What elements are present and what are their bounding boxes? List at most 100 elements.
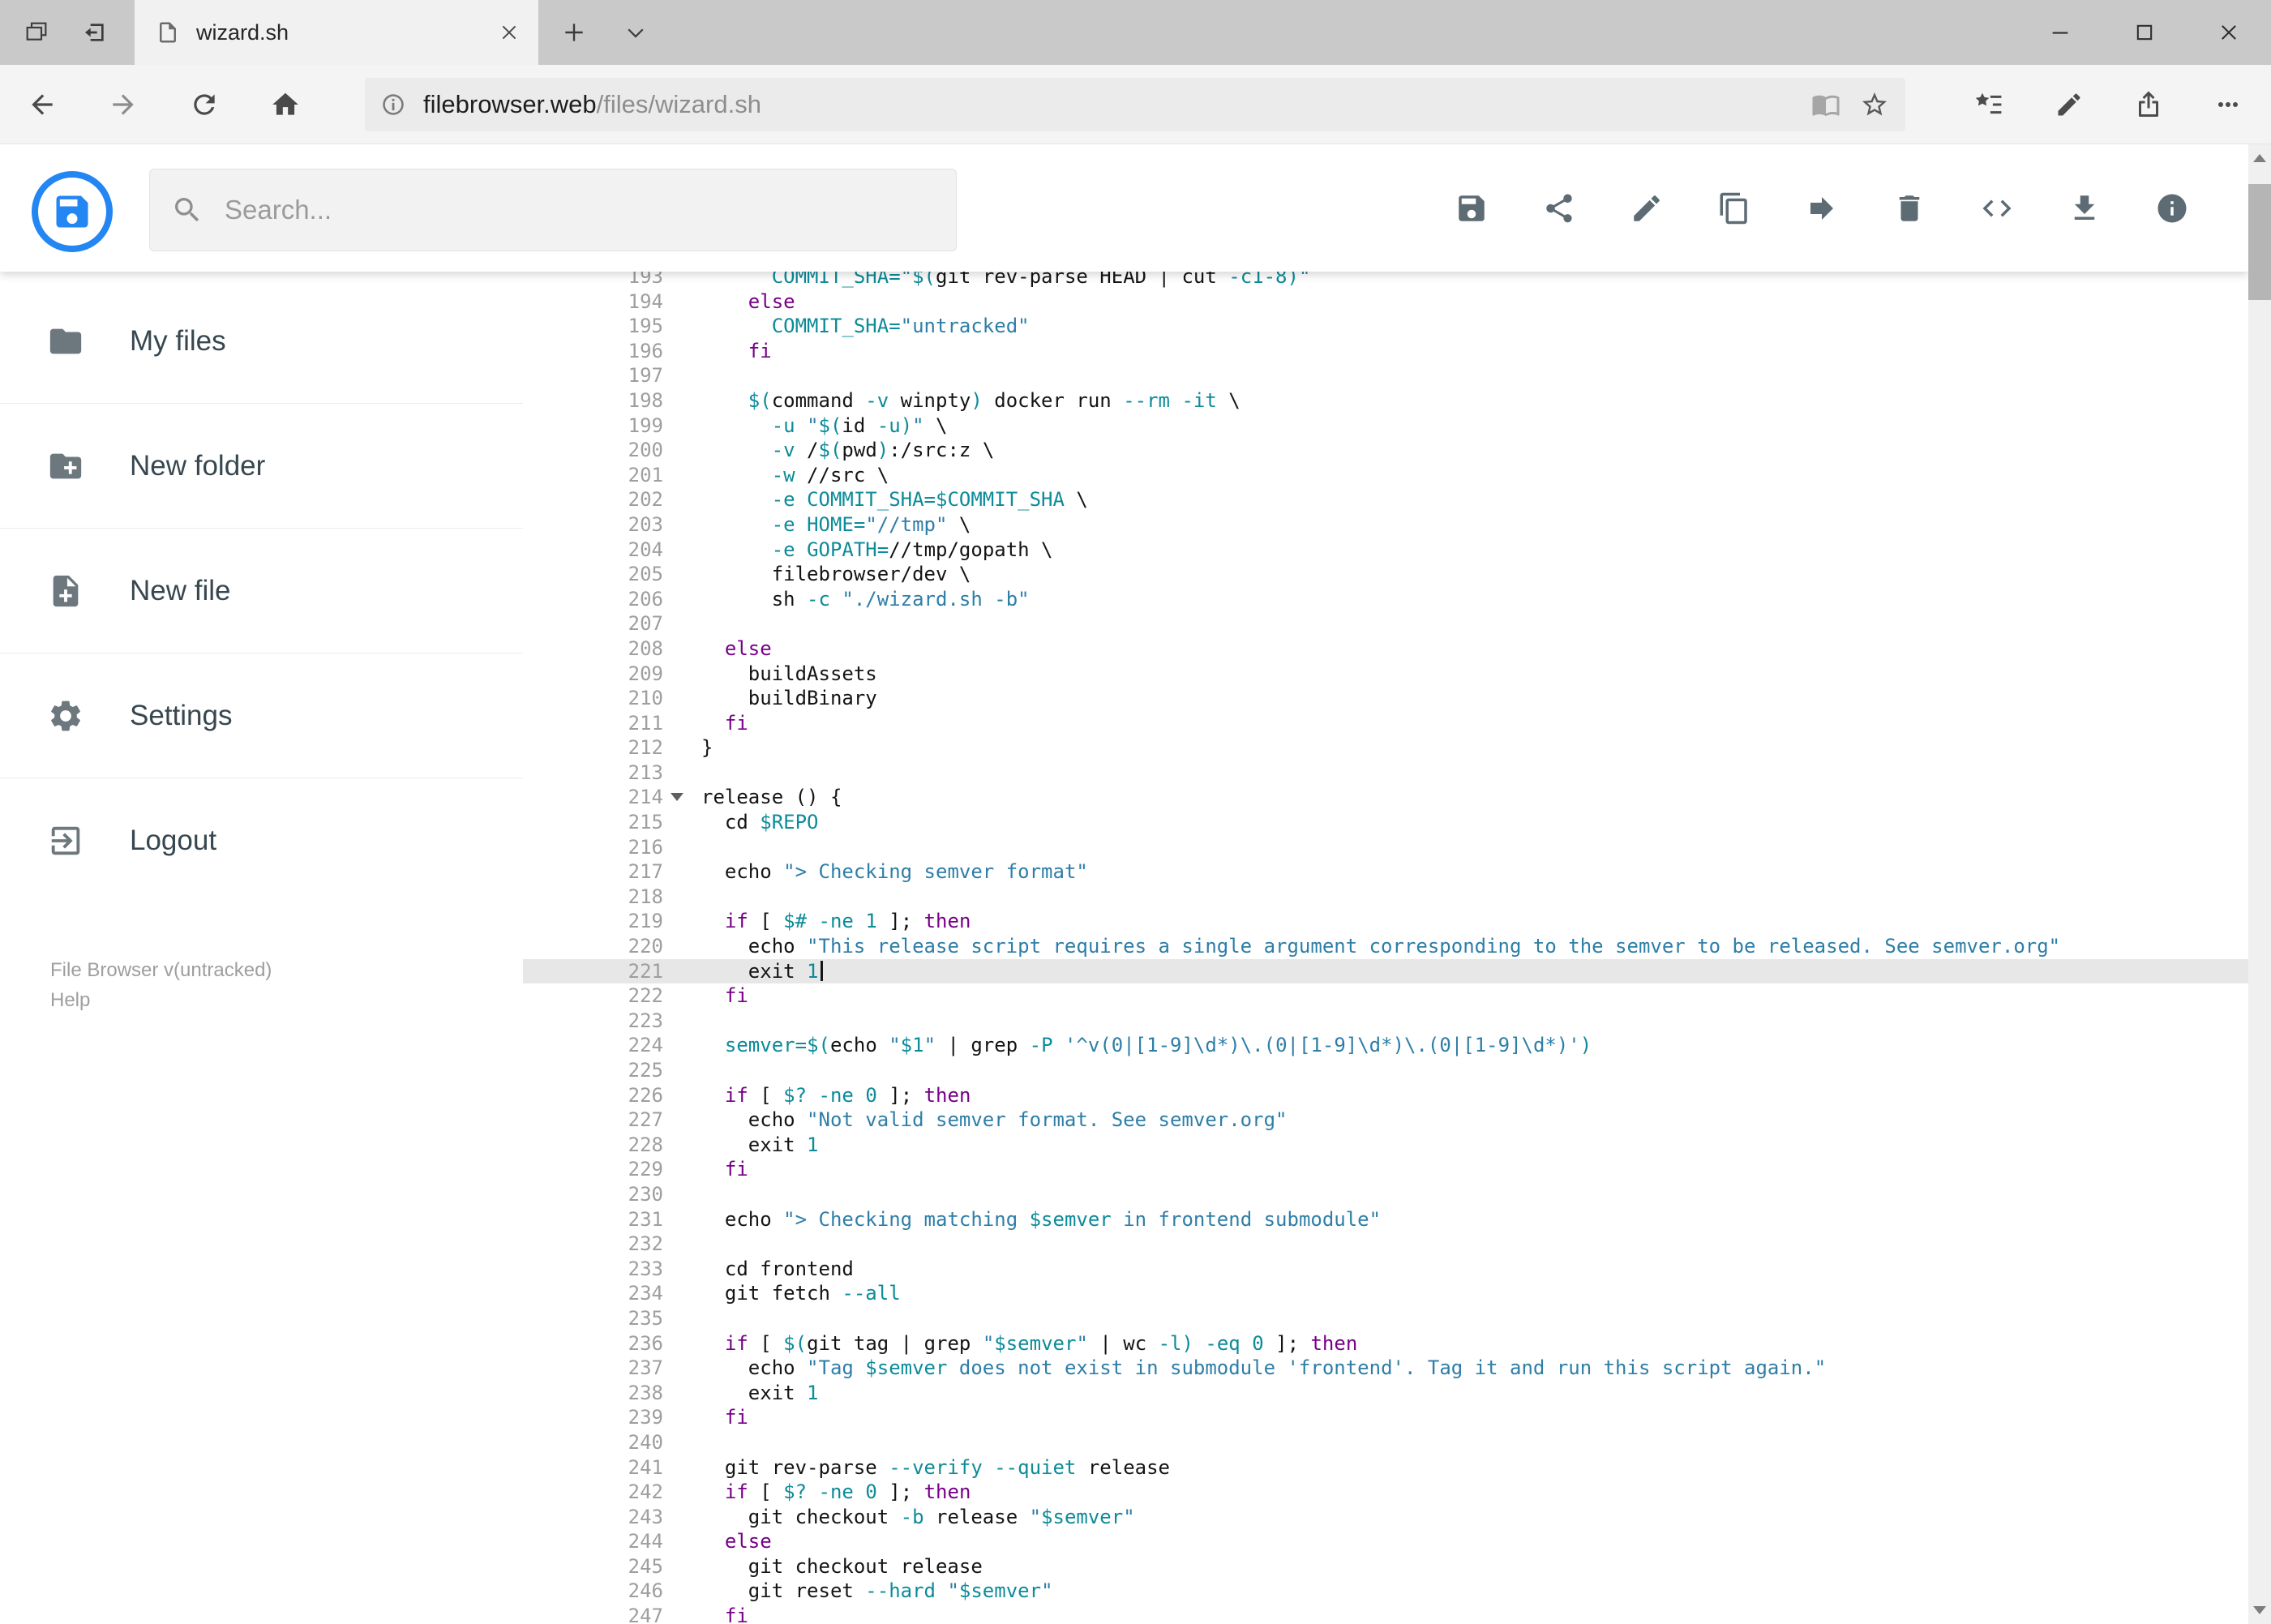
code-line-237[interactable]: 237 echo "Tag $semver does not exist in …	[523, 1356, 2248, 1381]
code-line-205[interactable]: 205 filebrowser/dev \	[523, 562, 2248, 587]
code-line-200[interactable]: 200 -v /$(pwd):/src:z \	[523, 438, 2248, 463]
copy-button[interactable]	[1717, 191, 1751, 225]
code-line-227[interactable]: 227 echo "Not valid semver format. See s…	[523, 1108, 2248, 1133]
code-line-242[interactable]: 242 if [ $? -ne 0 ]; then	[523, 1480, 2248, 1505]
code-line-209[interactable]: 209 buildAssets	[523, 662, 2248, 687]
forward-button[interactable]	[97, 79, 149, 131]
code-editor[interactable]: 193 COMMIT_SHA="$(git rev-parse HEAD | c…	[523, 272, 2248, 1624]
scrollbar-thumb[interactable]	[2248, 184, 2271, 300]
code-line-211[interactable]: 211 fi	[523, 711, 2248, 736]
code-line-243[interactable]: 243 git checkout -b release "$semver"	[523, 1505, 2248, 1530]
minimize-button[interactable]	[2018, 0, 2102, 65]
code-line-216[interactable]: 216	[523, 835, 2248, 860]
code-line-228[interactable]: 228 exit 1	[523, 1133, 2248, 1158]
code-line-219[interactable]: 219 if [ $# -ne 1 ]; then	[523, 909, 2248, 934]
scroll-up-button[interactable]	[2248, 144, 2271, 172]
code-line-198[interactable]: 198 $(command -v winpty) docker run --rm…	[523, 388, 2248, 413]
code-line-238[interactable]: 238 exit 1	[523, 1381, 2248, 1406]
app-logo[interactable]	[32, 171, 113, 252]
code-line-201[interactable]: 201 -w //src \	[523, 463, 2248, 488]
more-button[interactable]	[2188, 79, 2268, 131]
code-line-226[interactable]: 226 if [ $? -ne 0 ]; then	[523, 1083, 2248, 1108]
code-line-208[interactable]: 208 else	[523, 636, 2248, 662]
code-line-240[interactable]: 240	[523, 1430, 2248, 1455]
code-line-207[interactable]: 207	[523, 611, 2248, 636]
code-line-220[interactable]: 220 echo "This release script requires a…	[523, 934, 2248, 959]
move-button[interactable]	[1805, 191, 1839, 225]
code-line-232[interactable]: 232	[523, 1232, 2248, 1257]
sidebar-item-new-file[interactable]: New file	[0, 529, 523, 653]
code-line-221[interactable]: 221 exit 1	[523, 958, 2248, 984]
code-line-245[interactable]: 245 git checkout release	[523, 1554, 2248, 1579]
code-line-246[interactable]: 246 git reset --hard "$semver"	[523, 1579, 2248, 1604]
hub-button[interactable]	[1950, 79, 2029, 131]
delete-button[interactable]	[1892, 191, 1926, 225]
maximize-button[interactable]	[2102, 0, 2187, 65]
info-button[interactable]	[2155, 191, 2189, 225]
tab-menu-button[interactable]	[613, 0, 658, 65]
code-line-239[interactable]: 239 fi	[523, 1405, 2248, 1430]
code-line-215[interactable]: 215 cd $REPO	[523, 810, 2248, 835]
search-box[interactable]	[149, 169, 957, 251]
fold-arrow-icon[interactable]	[671, 793, 683, 802]
sidebar-item-settings[interactable]: Settings	[0, 653, 523, 778]
tab-close-button[interactable]	[495, 18, 524, 47]
address-bar[interactable]: filebrowser.web/files/wizard.sh	[365, 78, 1905, 131]
code-line-204[interactable]: 204 -e GOPATH=//tmp/gopath \	[523, 538, 2248, 563]
save-button[interactable]	[1455, 191, 1489, 225]
code-line-195[interactable]: 195 COMMIT_SHA="untracked"	[523, 314, 2248, 339]
vertical-scrollbar[interactable]	[2248, 144, 2271, 1624]
refresh-button[interactable]	[178, 79, 230, 131]
code-line-233[interactable]: 233 cd frontend	[523, 1257, 2248, 1282]
new-tab-button[interactable]	[551, 0, 597, 65]
code-line-213[interactable]: 213	[523, 761, 2248, 786]
code-line-234[interactable]: 234 git fetch --all	[523, 1281, 2248, 1306]
code-line-244[interactable]: 244 else	[523, 1529, 2248, 1554]
back-button[interactable]	[16, 79, 68, 131]
code-line-217[interactable]: 217 echo "> Checking semver format"	[523, 859, 2248, 885]
download-button[interactable]	[2067, 191, 2102, 225]
code-line-194[interactable]: 194 else	[523, 289, 2248, 315]
edit-button[interactable]	[1630, 191, 1664, 225]
url-text[interactable]: filebrowser.web/files/wizard.sh	[423, 90, 1797, 119]
code-line-224[interactable]: 224 semver=$(echo "$1" | grep -P '^v(0|[…	[523, 1033, 2248, 1058]
code-line-231[interactable]: 231 echo "> Checking matching $semver in…	[523, 1207, 2248, 1232]
code-line-222[interactable]: 222 fi	[523, 983, 2248, 1009]
code-line-223[interactable]: 223	[523, 1009, 2248, 1034]
code-line-193[interactable]: 193 COMMIT_SHA="$(git rev-parse HEAD | c…	[523, 272, 2248, 289]
code-line-218[interactable]: 218	[523, 885, 2248, 910]
site-info-icon[interactable]	[379, 91, 407, 118]
code-line-225[interactable]: 225	[523, 1058, 2248, 1083]
share-button[interactable]	[1542, 191, 1576, 225]
code-line-236[interactable]: 236 if [ $(git tag | grep "$semver" | wc…	[523, 1331, 2248, 1356]
scroll-down-button[interactable]	[2248, 1596, 2271, 1624]
add-favorite-button[interactable]	[1855, 85, 1894, 124]
code-line-199[interactable]: 199 -u "$(id -u)" \	[523, 413, 2248, 439]
code-line-214[interactable]: 214 release () {	[523, 785, 2248, 810]
code-line-206[interactable]: 206 sh -c "./wizard.sh -b"	[523, 587, 2248, 612]
code-line-241[interactable]: 241 git rev-parse --verify --quiet relea…	[523, 1455, 2248, 1480]
code-line-230[interactable]: 230	[523, 1182, 2248, 1207]
code-line-196[interactable]: 196 fi	[523, 339, 2248, 364]
set-tabs-aside-button[interactable]	[70, 0, 120, 65]
code-button[interactable]	[1980, 191, 2014, 225]
close-window-button[interactable]	[2187, 0, 2271, 65]
code-line-235[interactable]: 235	[523, 1306, 2248, 1331]
browser-tab[interactable]: wizard.sh	[135, 0, 538, 65]
code-line-203[interactable]: 203 -e HOME="//tmp" \	[523, 512, 2248, 538]
code-line-197[interactable]: 197	[523, 363, 2248, 388]
tab-preview-button[interactable]	[11, 0, 62, 65]
code-line-202[interactable]: 202 -e COMMIT_SHA=$COMMIT_SHA \	[523, 487, 2248, 512]
code-line-212[interactable]: 212}	[523, 735, 2248, 761]
code-line-247[interactable]: 247 fi	[523, 1604, 2248, 1624]
sidebar-item-new-folder[interactable]: New folder	[0, 404, 523, 529]
sidebar-item-logout[interactable]: Logout	[0, 778, 523, 903]
sidebar-item-my-files[interactable]: My files	[0, 279, 523, 404]
reading-view-button[interactable]	[1806, 85, 1845, 124]
home-button[interactable]	[259, 79, 311, 131]
help-link[interactable]: Help	[50, 985, 272, 1015]
code-line-229[interactable]: 229 fi	[523, 1157, 2248, 1182]
share-page-button[interactable]	[2109, 79, 2188, 131]
web-note-button[interactable]	[2029, 79, 2109, 131]
code-line-210[interactable]: 210 buildBinary	[523, 686, 2248, 711]
